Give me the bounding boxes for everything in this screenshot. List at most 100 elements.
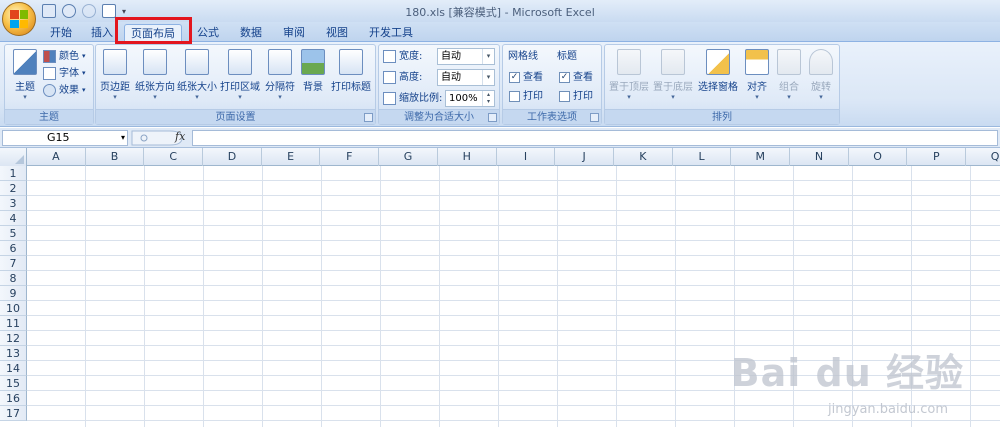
group-themes: 主题 ▾ 颜色 ▾ 字体 ▾ 效果 ▾ 主题 (4, 44, 94, 125)
selection-pane-button[interactable]: 选择窗格 (695, 49, 741, 105)
tab-formulas[interactable]: 公式 (191, 24, 225, 42)
row-header[interactable]: 11 (0, 316, 27, 331)
column-header[interactable]: F (321, 148, 380, 166)
scale-label: 缩放比例: (399, 93, 443, 104)
orientation-icon (143, 49, 167, 75)
column-header[interactable]: P (908, 148, 967, 166)
row-header[interactable]: 8 (0, 271, 27, 286)
row-header[interactable]: 10 (0, 301, 27, 316)
fx-icon[interactable]: fx (175, 130, 185, 143)
gridlines-print-checkbox[interactable]: 打印 (509, 88, 543, 105)
align-icon (745, 49, 769, 75)
group-scale-to-fit: 宽度: 自动 ▾ 高度: 自动 ▾ 缩放比例: 100% ▴ ▾ 调整为合适大小 (378, 44, 500, 125)
column-header[interactable]: K (614, 148, 673, 166)
office-button[interactable] (2, 2, 36, 36)
office-logo-icon (10, 10, 28, 28)
group-label-scale-to-fit: 调整为合适大小 (379, 109, 499, 124)
column-header[interactable]: C (144, 148, 204, 166)
row-header[interactable]: 6 (0, 241, 27, 256)
headings-print-checkbox[interactable]: 打印 (559, 88, 593, 105)
column-header[interactable]: L (673, 148, 732, 166)
watermark-url: jingyan.baidu.com (828, 402, 948, 417)
column-header[interactable]: N (790, 148, 849, 166)
size-button[interactable]: 纸张大小 ▾ (176, 49, 218, 105)
gridlines-header: 网格线 (508, 51, 538, 62)
themes-button[interactable]: 主题 ▾ (7, 49, 43, 105)
breaks-button[interactable]: 分隔符 ▾ (262, 49, 298, 105)
page-setup-launcher-icon[interactable] (364, 113, 373, 122)
spreadsheet-grid: ABCDEFGHIJKLMNOPQ 1 2 3 4 5 6 7 8 9 10 11 12 13 14 15 1… (0, 148, 1000, 427)
column-headers: ABCDEFGHIJKLMNOPQ (0, 148, 1000, 166)
column-header[interactable]: E (262, 148, 321, 166)
column-header[interactable]: I (497, 148, 556, 166)
size-icon (185, 49, 209, 75)
name-box[interactable]: G15 ▾ (2, 130, 128, 146)
check-icon: ✓ (559, 72, 570, 83)
row-header[interactable]: 1 (0, 166, 27, 181)
themes-icon (13, 49, 37, 75)
row-header[interactable]: 14 (0, 361, 27, 376)
theme-effects-button[interactable]: 效果 ▾ (43, 82, 86, 99)
group-objects-icon (777, 49, 801, 75)
row-header[interactable]: 12 (0, 331, 27, 346)
row-header[interactable]: 5 (0, 226, 27, 241)
row-header[interactable]: 9 (0, 286, 27, 301)
gridlines-view-checkbox[interactable]: ✓ 查看 (509, 69, 543, 86)
tab-review[interactable]: 审阅 (277, 24, 311, 42)
theme-fonts-button[interactable]: 字体 ▾ (43, 65, 86, 82)
group-button[interactable]: 组合 ▾ (773, 49, 805, 105)
bring-to-front-button[interactable]: 置于顶层 ▾ (607, 49, 651, 105)
column-header[interactable]: J (555, 148, 614, 166)
send-to-back-button[interactable]: 置于底层 ▾ (651, 49, 695, 105)
column-header[interactable]: D (203, 148, 262, 166)
colors-icon (43, 50, 56, 63)
scale-launcher-icon[interactable] (488, 113, 497, 122)
row-header[interactable]: 7 (0, 256, 27, 271)
tab-developer[interactable]: 开发工具 (363, 24, 419, 42)
row-header[interactable]: 16 (0, 391, 27, 406)
height-select[interactable]: 自动 ▾ (437, 69, 495, 86)
column-header[interactable]: G (379, 148, 438, 166)
row-header[interactable]: 3 (0, 196, 27, 211)
selection-pane-icon (706, 49, 730, 75)
column-header[interactable]: M (731, 148, 791, 166)
column-header[interactable]: A (27, 148, 86, 166)
row-header[interactable]: 13 (0, 346, 27, 361)
row-header[interactable]: 2 (0, 181, 27, 196)
rotate-button[interactable]: 旋转 ▾ (805, 49, 837, 105)
sheet-options-launcher-icon[interactable] (590, 113, 599, 122)
column-header[interactable]: H (438, 148, 497, 166)
tab-home[interactable]: 开始 (44, 24, 78, 42)
spinner-icon: ▴ ▾ (482, 91, 494, 106)
column-header[interactable]: O (849, 148, 908, 166)
formula-input[interactable] (192, 130, 998, 146)
print-titles-icon (339, 49, 363, 75)
row-header[interactable]: 15 (0, 376, 27, 391)
column-header[interactable]: Q (966, 148, 1000, 166)
width-select[interactable]: 自动 ▾ (437, 48, 495, 65)
align-button[interactable]: 对齐 ▾ (741, 49, 773, 105)
print-titles-button[interactable]: 打印标题 (328, 49, 374, 105)
background-button[interactable]: 背景 (298, 49, 328, 105)
column-header[interactable]: B (86, 148, 145, 166)
group-label-arrange: 排列 (605, 109, 839, 124)
tab-data[interactable]: 数据 (234, 24, 268, 42)
row-header[interactable]: 4 (0, 211, 27, 226)
group-sheet-options: 网格线 标题 ✓ 查看 ✓ 查看 打印 打印 工作表选项 (502, 44, 602, 125)
print-area-button[interactable]: 打印区域 ▾ (218, 49, 262, 105)
group-label-page-setup: 页面设置 (96, 109, 375, 124)
orientation-button[interactable]: 纸张方向 ▾ (134, 49, 176, 105)
chevron-down-icon: ▾ (23, 93, 27, 101)
row-header[interactable]: 17 (0, 406, 27, 421)
effects-icon (43, 84, 56, 97)
headings-view-checkbox[interactable]: ✓ 查看 (559, 69, 593, 86)
tab-view[interactable]: 视图 (320, 24, 354, 42)
margins-icon (103, 49, 127, 75)
margins-button[interactable]: 页边距 ▾ (96, 49, 134, 105)
watermark-logo: Bai du 经验 (730, 351, 964, 395)
scale-stepper[interactable]: 100% ▴ ▾ (445, 90, 495, 107)
select-all-button[interactable] (0, 148, 27, 166)
tab-insert[interactable]: 插入 (85, 24, 119, 42)
theme-colors-button[interactable]: 颜色 ▾ (43, 48, 86, 65)
breaks-icon (268, 49, 292, 75)
